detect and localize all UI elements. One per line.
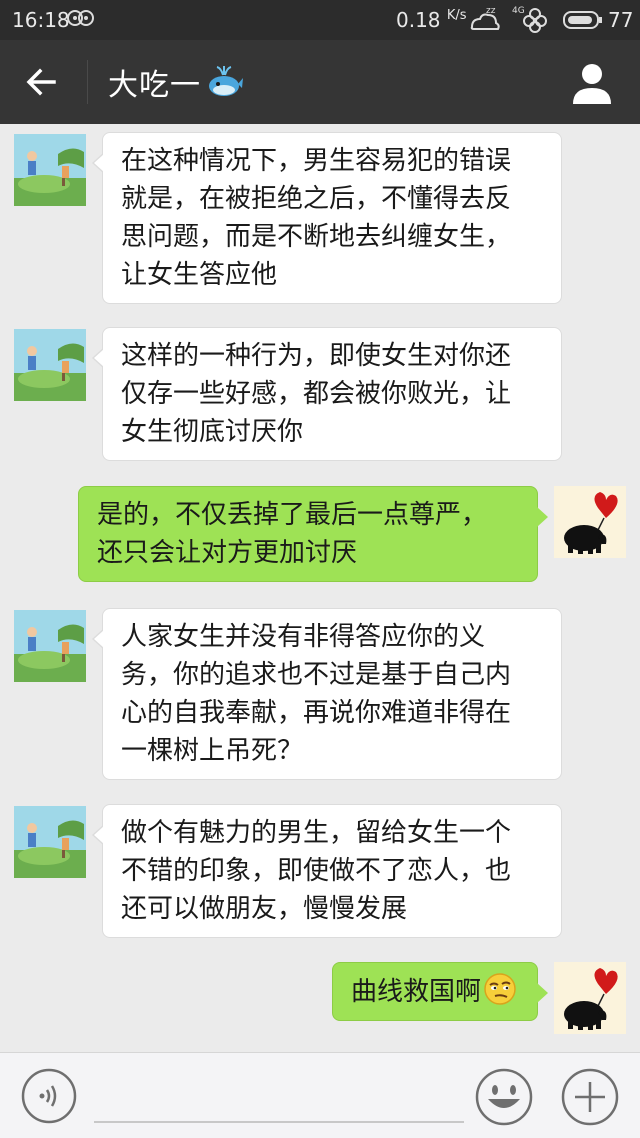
svg-text:zz: zz (486, 6, 496, 16)
contact-avatar[interactable] (14, 610, 86, 682)
contact-avatar[interactable] (14, 329, 86, 401)
notification-icon (67, 10, 94, 26)
back-arrow-icon[interactable] (20, 62, 64, 102)
input-bar (0, 1052, 640, 1138)
message-line: 还只会让对方更加讨厌 (97, 538, 358, 568)
incoming-message-bubble[interactable]: 人家女生并没有非得答应你的义 务，你的追求也不过是基于自己内 心的自我奉献，再说… (92, 608, 562, 780)
message-line: 仅存一些好感，都会被你败光，让 (121, 379, 512, 409)
contact-avatar[interactable] (14, 134, 86, 206)
battery-icon (563, 11, 602, 29)
smug-face-emoji-icon (484, 973, 516, 1005)
incoming-message-bubble[interactable]: 做个有魅力的男生，留给女生一个 不错的印象，即使做不了恋人，也 还可以做朋友，慢… (92, 804, 562, 938)
battery-level: 77 (608, 8, 634, 32)
message-line: 一棵树上吊死？ (121, 736, 304, 766)
status-time: 16:18 (12, 8, 70, 32)
network-speed: 0.18 K/s (396, 8, 467, 32)
my-avatar[interactable] (554, 962, 626, 1034)
status-bar: 16:18 0.18 K/s zz 4G 77 (0, 0, 640, 40)
sleep-mode-icon: zz (470, 6, 500, 30)
user-icon[interactable] (568, 60, 616, 106)
message-line: 让女生答应他 (121, 260, 278, 290)
whale-emoji-icon (209, 66, 243, 96)
message-line: 曲线救国啊 (351, 977, 482, 1007)
message-line: 人家女生并没有非得答应你的义 (121, 622, 486, 652)
message-line: 做个有魅力的男生，留给女生一个 (121, 818, 512, 848)
header-divider (87, 60, 88, 104)
my-avatar-image (554, 962, 626, 1034)
message-line: 还可以做朋友，慢慢发展 (121, 894, 408, 924)
contact-avatar-image (14, 134, 86, 206)
chat-header: 大吃一 (0, 40, 640, 124)
message-line: 不错的印象，即使做不了恋人，也 (121, 856, 512, 886)
contact-avatar-image (14, 329, 86, 401)
plus-icon[interactable] (560, 1067, 620, 1127)
chat-title: 大吃一 (108, 68, 201, 103)
my-avatar[interactable] (554, 486, 626, 558)
signal-icon (523, 8, 547, 33)
outgoing-message-bubble[interactable]: 曲线救国啊 (332, 962, 548, 1021)
message-line: 务，你的追求也不过是基于自己内 (121, 660, 512, 690)
incoming-message-bubble[interactable]: 在这种情况下，男生容易犯的错误 就是，在被拒绝之后，不懂得去反 思问题，而是不断… (92, 132, 562, 304)
network-speed-unit: K/s (446, 8, 467, 23)
message-line: 是的，不仅丢掉了最后一点尊严， (97, 500, 488, 530)
message-input[interactable] (94, 1069, 464, 1123)
message-line: 这样的一种行为，即使女生对你还 (121, 341, 512, 371)
contact-avatar-image (14, 610, 86, 682)
my-avatar-image (554, 486, 626, 558)
outgoing-message-bubble[interactable]: 是的，不仅丢掉了最后一点尊严， 还只会让对方更加讨厌 (78, 486, 548, 582)
message-line: 心的自我奉献，再说你难道非得在 (121, 698, 512, 728)
message-line: 女生彻底讨厌你 (121, 417, 304, 447)
message-line: 思问题，而是不断地去纠缠女生， (121, 222, 512, 252)
smiley-icon[interactable] (474, 1067, 534, 1127)
message-line: 就是，在被拒绝之后，不懂得去反 (121, 184, 512, 214)
incoming-message-bubble[interactable]: 这样的一种行为，即使女生对你还 仅存一些好感，都会被你败光，让 女生彻底讨厌你 (92, 327, 562, 461)
contact-avatar-image (14, 806, 86, 878)
message-line: 在这种情况下，男生容易犯的错误 (121, 146, 512, 176)
voice-icon[interactable] (20, 1067, 78, 1125)
contact-avatar[interactable] (14, 806, 86, 878)
message-list[interactable]: 在这种情况下，男生容易犯的错误 就是，在被拒绝之后，不懂得去反 思问题，而是不断… (0, 124, 640, 1052)
